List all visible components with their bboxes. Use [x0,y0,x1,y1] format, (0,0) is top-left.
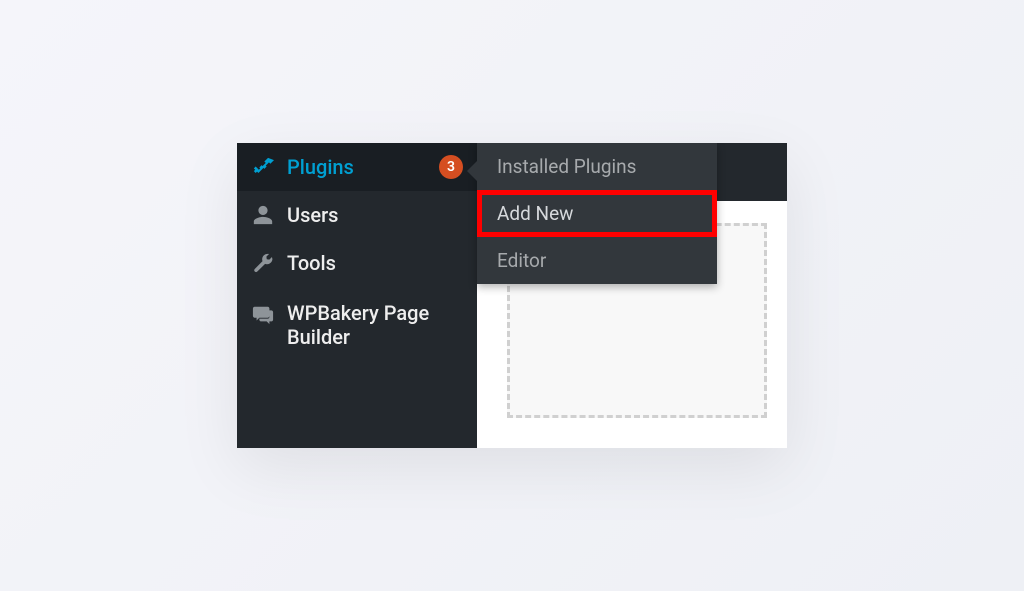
sidebar-item-tools[interactable]: Tools [237,239,477,287]
sidebar-item-label: Plugins [287,155,427,179]
sidebar-item-label: Tools [287,251,463,275]
update-count-badge: 3 [439,155,463,179]
sidebar-item-label: WPBakery Page Builder [287,301,463,349]
submenu-item-add-new[interactable]: Add New [477,190,717,237]
submenu-item-editor[interactable]: Editor [477,237,717,284]
plugins-submenu: Installed Plugins Add New Editor [477,143,717,284]
admin-panel-frame: Plugins 3 Users Tools WPBakery Page Buil… [237,143,787,448]
wrench-icon [251,251,275,275]
user-icon [251,203,275,227]
comments-icon [251,303,275,327]
plug-icon [251,155,275,179]
admin-sidebar: Plugins 3 Users Tools WPBakery Page Buil… [237,143,477,448]
submenu-item-installed-plugins[interactable]: Installed Plugins [477,143,717,190]
sidebar-item-plugins[interactable]: Plugins 3 [237,143,477,191]
sidebar-item-users[interactable]: Users [237,191,477,239]
sidebar-item-label: Users [287,203,463,227]
sidebar-item-wpbakery[interactable]: WPBakery Page Builder [237,287,477,361]
